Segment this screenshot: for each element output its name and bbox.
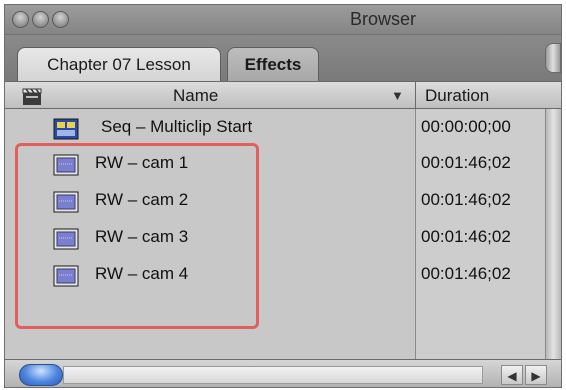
- tab-effects[interactable]: Effects: [227, 47, 319, 81]
- list-item[interactable]: Seq – Multiclip Start 00:00:00;00: [5, 111, 547, 147]
- row-name: RW – cam 2: [95, 190, 189, 209]
- row-duration: 00:01:46;02: [421, 264, 511, 283]
- bottom-bar: ◀ ▶: [5, 359, 561, 387]
- vertical-scrollbar[interactable]: [545, 109, 561, 359]
- row-duration: 00:01:46;02: [421, 153, 511, 172]
- title-bar[interactable]: Browser: [5, 5, 561, 35]
- browser-window: Browser Chapter 07 Lesson Effects Name ▼…: [4, 4, 562, 388]
- window-title: Browser: [349, 9, 416, 29]
- tab-chapter-07-lesson[interactable]: Chapter 07 Lesson: [17, 47, 221, 81]
- clip-icon: [53, 191, 79, 213]
- row-duration: 00:01:46;02: [421, 227, 511, 246]
- row-duration: 00:00:00;00: [421, 117, 511, 136]
- list-item[interactable]: RW – cam 4 00:01:46;02: [5, 258, 547, 294]
- column-divider[interactable]: [415, 82, 416, 108]
- tab-scroll-handle[interactable]: [545, 43, 561, 73]
- scroll-thumb[interactable]: [19, 364, 63, 386]
- duration-column-header[interactable]: Duration: [425, 86, 489, 106]
- scroll-right-icon[interactable]: ▶: [525, 365, 547, 385]
- horizontal-scrollbar-track[interactable]: [63, 366, 483, 384]
- clip-icon: [53, 228, 79, 250]
- clip-list: Seq – Multiclip Start 00:00:00;00 RW – c…: [5, 109, 561, 359]
- row-duration: 00:01:46;02: [421, 190, 511, 209]
- row-name: RW – cam 3: [95, 227, 189, 246]
- sequence-icon: [53, 118, 79, 140]
- name-column-header[interactable]: Name: [173, 86, 218, 106]
- list-item[interactable]: RW – cam 1 00:01:46;02: [5, 147, 547, 183]
- column-header: Name ▼ Duration: [5, 81, 561, 109]
- clip-icon: [53, 154, 79, 176]
- row-name: RW – cam 4: [95, 264, 189, 283]
- sort-triangle-icon[interactable]: ▼: [391, 88, 404, 103]
- clapper-icon[interactable]: [21, 86, 43, 106]
- row-name: RW – cam 1: [95, 153, 189, 172]
- list-item[interactable]: RW – cam 3 00:01:46;02: [5, 221, 547, 257]
- row-name: Seq – Multiclip Start: [101, 117, 253, 136]
- list-item[interactable]: RW – cam 2 00:01:46;02: [5, 184, 547, 220]
- tab-strip: Chapter 07 Lesson Effects: [5, 35, 561, 81]
- clip-icon: [53, 265, 79, 287]
- scroll-left-icon[interactable]: ◀: [501, 365, 523, 385]
